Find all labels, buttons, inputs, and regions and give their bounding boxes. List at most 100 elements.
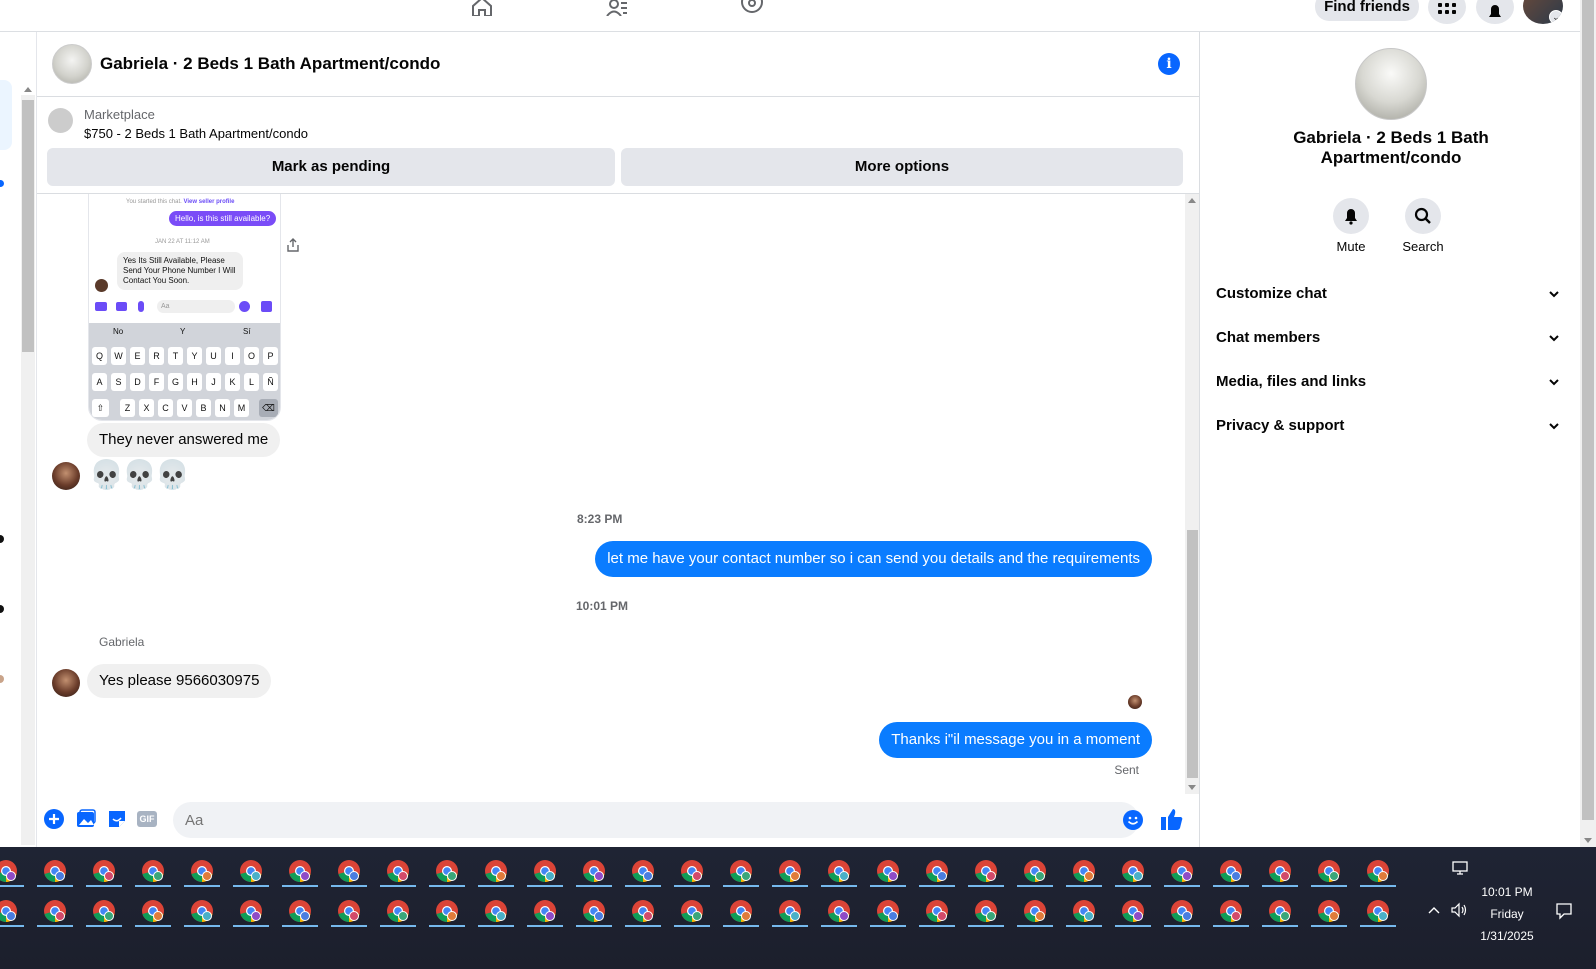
message-input[interactable] [173,802,1139,838]
page-scrollbar[interactable] [1580,0,1596,847]
chrome-browser-icon[interactable] [582,859,606,883]
find-friends-button[interactable]: Find friends [1315,0,1419,21]
speaker-icon[interactable] [1450,902,1468,918]
scroll-down-arrow[interactable] [1188,785,1196,790]
gif-button[interactable]: GIF [137,811,157,827]
conversation-avatar-edge[interactable] [0,535,4,543]
chrome-browser-icon[interactable] [1072,859,1096,883]
notification-center-icon[interactable] [1555,902,1573,920]
scroll-up-arrow[interactable] [1188,198,1196,203]
taskbar-day[interactable]: Friday [1480,907,1534,921]
chrome-browser-icon[interactable] [386,859,410,883]
chrome-browser-icon[interactable] [680,899,704,923]
chrome-browser-icon[interactable] [1268,899,1292,923]
chrome-browser-icon[interactable] [582,899,606,923]
selected-conversation-highlight[interactable] [0,80,12,150]
taskbar-date[interactable]: 1/31/2025 [1472,929,1542,943]
chrome-browser-icon[interactable] [729,899,753,923]
privacy-support-row[interactable]: Privacy & support [1216,406,1568,446]
chrome-browser-icon[interactable] [43,899,67,923]
chrome-browser-icon[interactable] [1170,899,1194,923]
chrome-browser-icon[interactable] [1170,859,1194,883]
chrome-browser-icon[interactable] [778,899,802,923]
scroll-up-arrow[interactable] [24,87,32,92]
sticker-icon[interactable] [106,808,128,830]
mute-button[interactable]: Mute [1321,198,1381,254]
shared-screenshot-image[interactable]: You started this chat. View seller profi… [88,194,281,421]
chrome-browser-icon[interactable] [631,899,655,923]
chat-avatar[interactable] [52,44,92,84]
incoming-message[interactable]: Yes please 9566030975 [87,664,272,698]
chrome-browser-icon[interactable] [141,859,165,883]
account-avatar[interactable]: ⌄ [1523,0,1563,24]
chevron-up-icon[interactable] [1428,905,1440,915]
share-icon[interactable] [287,238,299,252]
chrome-browser-icon[interactable] [0,899,18,923]
chrome-browser-icon[interactable] [1317,899,1341,923]
chrome-browser-icon[interactable] [484,859,508,883]
mark-as-pending-button[interactable]: Mark as pending [47,148,615,186]
chrome-browser-icon[interactable] [484,899,508,923]
plus-icon[interactable] [43,808,65,830]
chrome-browser-icon[interactable] [190,859,214,883]
scrollbar-thumb[interactable] [22,100,34,352]
conversation-avatar-edge[interactable] [0,605,4,613]
chrome-browser-icon[interactable] [876,859,900,883]
chrome-browser-icon[interactable] [337,859,361,883]
thumbs-up-icon[interactable] [1159,806,1185,832]
chrome-browser-icon[interactable] [92,859,116,883]
chrome-browser-icon[interactable] [288,859,312,883]
media-files-links-row[interactable]: Media, files and links [1216,362,1568,402]
chrome-browser-icon[interactable] [92,899,116,923]
info-icon[interactable]: i [1158,53,1180,75]
skull-emoji[interactable]: 💀 [155,458,190,492]
chrome-browser-icon[interactable] [1121,899,1145,923]
chrome-browser-icon[interactable] [386,899,410,923]
photo-icon[interactable] [75,808,97,830]
chrome-browser-icon[interactable] [925,859,949,883]
chrome-browser-icon[interactable] [239,899,263,923]
outgoing-message[interactable]: let me have your contact number so i can… [595,541,1152,577]
chrome-browser-icon[interactable] [729,859,753,883]
chrome-browser-icon[interactable] [631,859,655,883]
chrome-browser-icon[interactable] [435,859,459,883]
chrome-browser-icon[interactable] [190,899,214,923]
chrome-browser-icon[interactable] [1023,899,1047,923]
emoji-icon[interactable] [1123,810,1143,830]
chrome-browser-icon[interactable] [0,859,18,883]
customize-chat-row[interactable]: Customize chat [1216,274,1568,314]
chrome-browser-icon[interactable] [1023,859,1047,883]
chrome-browser-icon[interactable] [827,859,851,883]
chrome-browser-icon[interactable] [925,899,949,923]
chrome-browser-icon[interactable] [43,859,67,883]
listing-thumbnail[interactable] [48,108,73,133]
chrome-browser-icon[interactable] [141,899,165,923]
scroll-down-arrow[interactable] [1584,838,1592,843]
chrome-browser-icon[interactable] [435,899,459,923]
chrome-browser-icon[interactable] [337,899,361,923]
outgoing-message[interactable]: Thanks i"il message you in a moment [879,722,1152,758]
chrome-browser-icon[interactable] [1219,859,1243,883]
conversation-list-scrollbar[interactable] [21,87,35,845]
chrome-browser-icon[interactable] [778,859,802,883]
search-button[interactable]: Search [1393,198,1453,254]
chrome-browser-icon[interactable] [288,899,312,923]
chrome-browser-icon[interactable] [1366,899,1390,923]
more-options-button[interactable]: More options [621,148,1183,186]
chat-members-row[interactable]: Chat members [1216,318,1568,358]
chrome-browser-icon[interactable] [974,859,998,883]
gabriela-avatar[interactable] [52,462,80,490]
listing-title[interactable]: $750 - 2 Beds 1 Bath Apartment/condo [84,126,308,141]
incoming-message[interactable]: They never answered me [87,423,281,457]
scrollbar-thumb[interactable] [1582,0,1594,820]
chrome-browser-icon[interactable] [1072,899,1096,923]
chrome-browser-icon[interactable] [1219,899,1243,923]
chrome-browser-icon[interactable] [1317,859,1341,883]
groups-icon[interactable] [740,0,764,16]
network-icon[interactable] [1451,861,1469,875]
chrome-browser-icon[interactable] [680,859,704,883]
panel-avatar[interactable] [1355,48,1427,120]
scrollbar-thumb[interactable] [1187,530,1198,778]
gabriela-avatar[interactable] [52,669,80,697]
home-icon[interactable] [470,0,494,16]
